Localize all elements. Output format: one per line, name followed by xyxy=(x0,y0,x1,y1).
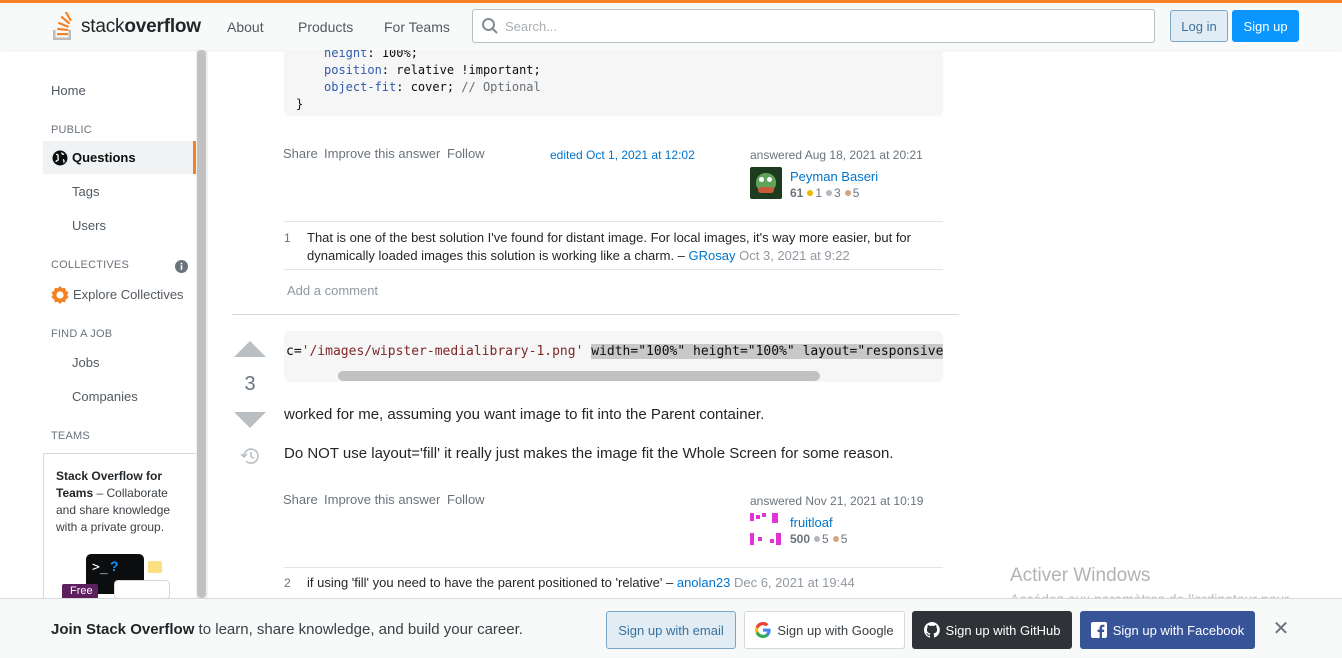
add-comment-link[interactable]: Add a comment xyxy=(287,283,378,298)
code-line: height: 100%; xyxy=(324,50,418,60)
sidebar-scrollbar[interactable] xyxy=(196,50,208,598)
user-reputation: 61 1 3 5 xyxy=(790,186,860,200)
upvote-button[interactable] xyxy=(234,341,266,357)
follow-link[interactable]: Follow xyxy=(447,146,485,161)
answer-paragraph: Do NOT use layout='fill' it really just … xyxy=(284,445,894,462)
follow-link[interactable]: Follow xyxy=(447,492,485,507)
sidebar-heading-teams: TEAMS xyxy=(51,430,90,442)
left-sidebar: Home PUBLIC Questions Tags Users COLLECT… xyxy=(0,50,208,599)
comment-user-link[interactable]: GRosay xyxy=(689,248,736,263)
free-badge: Free xyxy=(70,585,93,597)
sidebar-heading-find-job: FIND A JOB xyxy=(51,328,113,340)
search-icon xyxy=(482,18,498,34)
teams-promo-text: Stack Overflow for Teams – Collaborate a… xyxy=(56,469,171,534)
sidebar-item-users[interactable]: Users xyxy=(72,218,106,233)
stack-overflow-logo-icon xyxy=(53,12,72,40)
activation-watermark-title: Activer Windows xyxy=(1010,565,1151,586)
search-input[interactable] xyxy=(505,10,1145,42)
logo-text: stackoverflow xyxy=(81,16,201,37)
sidebar-scrollbar-thumb[interactable] xyxy=(197,50,206,598)
user-name-link[interactable]: fruitloaf xyxy=(790,515,833,530)
top-bar: stackoverflow About Products For Teams L… xyxy=(0,0,1342,50)
comment-score: 1 xyxy=(284,231,291,245)
comment-divider xyxy=(284,567,943,568)
comment-user-link[interactable]: anolan23 xyxy=(677,575,731,590)
sidebar-item-companies[interactable]: Companies xyxy=(72,389,138,404)
code-line: c='/images/wipster-medialibrary-1.png' w… xyxy=(286,344,943,359)
main-content: height: 100%; position: relative !import… xyxy=(232,50,962,598)
comment: if using 'fill' you need to have the par… xyxy=(307,575,855,590)
user-reputation: 500 5 5 xyxy=(790,532,848,546)
sidebar-heading-public: PUBLIC xyxy=(51,124,92,136)
sidebar-item-jobs[interactable]: Jobs xyxy=(72,355,99,370)
banner-text: Join Stack Overflow to learn, share know… xyxy=(51,621,523,638)
sidebar-item-explore-collectives-label: Explore Collectives xyxy=(73,287,184,302)
code-horizontal-scrollbar[interactable] xyxy=(338,371,820,381)
nav-for-teams[interactable]: For Teams xyxy=(384,19,450,35)
comment-date: Dec 6, 2021 at 19:44 xyxy=(733,575,855,590)
login-button[interactable]: Log in xyxy=(1170,10,1228,42)
comment-score: 2 xyxy=(284,576,291,590)
sidebar-heading-collectives: COLLECTIVES xyxy=(51,259,130,271)
answered-date: answered Aug 18, 2021 at 20:21 xyxy=(750,148,923,162)
logo[interactable]: stackoverflow xyxy=(51,11,201,43)
code-line: position: relative !important; xyxy=(324,63,541,77)
google-icon xyxy=(755,622,771,638)
avatar[interactable] xyxy=(750,167,782,199)
sidebar-item-tags[interactable]: Tags xyxy=(72,184,99,199)
share-link[interactable]: Share xyxy=(283,146,318,161)
sidebar-item-home[interactable]: Home xyxy=(51,83,86,98)
code-block: c='/images/wipster-medialibrary-1.png' w… xyxy=(284,331,943,382)
code-line: object-fit: cover; // Optional xyxy=(324,80,541,94)
improve-answer-link[interactable]: Improve this answer xyxy=(324,146,440,161)
close-icon[interactable]: ✕ xyxy=(1271,619,1291,639)
nav-products[interactable]: Products xyxy=(298,19,353,35)
comment-divider xyxy=(284,269,943,270)
collectives-icon xyxy=(51,286,69,304)
signup-facebook-button[interactable]: Sign up with Facebook xyxy=(1080,611,1255,649)
answer-separator xyxy=(232,314,959,315)
share-link[interactable]: Share xyxy=(283,492,318,507)
search-box xyxy=(472,9,1155,43)
signup-banner: Join Stack Overflow to learn, share know… xyxy=(0,598,1342,658)
signup-github-button[interactable]: Sign up with GitHub xyxy=(912,611,1072,649)
signup-google-button[interactable]: Sign up with Google xyxy=(744,611,905,649)
code-block: height: 100%; position: relative !import… xyxy=(284,50,943,116)
globe-icon xyxy=(52,150,68,166)
comment: That is one of the best solution I've fo… xyxy=(307,230,911,263)
answered-date: answered Nov 21, 2021 at 10:19 xyxy=(750,494,924,508)
downvote-button[interactable] xyxy=(234,412,266,428)
user-name-link[interactable]: Peyman Baseri xyxy=(790,169,878,184)
teams-illustration: >_ ? Free xyxy=(62,554,172,599)
signup-email-button[interactable]: Sign up with email xyxy=(606,611,736,649)
sidebar-item-questions-label: Questions xyxy=(72,150,136,165)
vote-count: 3 xyxy=(244,373,256,395)
code-line: } xyxy=(296,97,304,111)
history-icon[interactable] xyxy=(240,447,260,465)
signup-button[interactable]: Sign up xyxy=(1232,10,1299,42)
teams-promo: Stack Overflow for Teams – Collaborate a… xyxy=(43,453,196,599)
nav-about[interactable]: About xyxy=(227,19,264,35)
comment-date: Oct 3, 2021 at 9:22 xyxy=(739,248,850,263)
edited-link[interactable]: edited Oct 1, 2021 at 12:02 xyxy=(550,148,695,162)
comment-divider xyxy=(284,221,943,222)
github-icon xyxy=(923,622,940,638)
facebook-icon xyxy=(1090,622,1107,638)
answer-paragraph: worked for me, assuming you want image t… xyxy=(284,406,765,423)
improve-answer-link[interactable]: Improve this answer xyxy=(324,492,440,507)
avatar[interactable] xyxy=(750,513,782,545)
info-icon[interactable] xyxy=(175,260,188,273)
sidebar-item-questions[interactable]: Questions xyxy=(43,141,196,174)
